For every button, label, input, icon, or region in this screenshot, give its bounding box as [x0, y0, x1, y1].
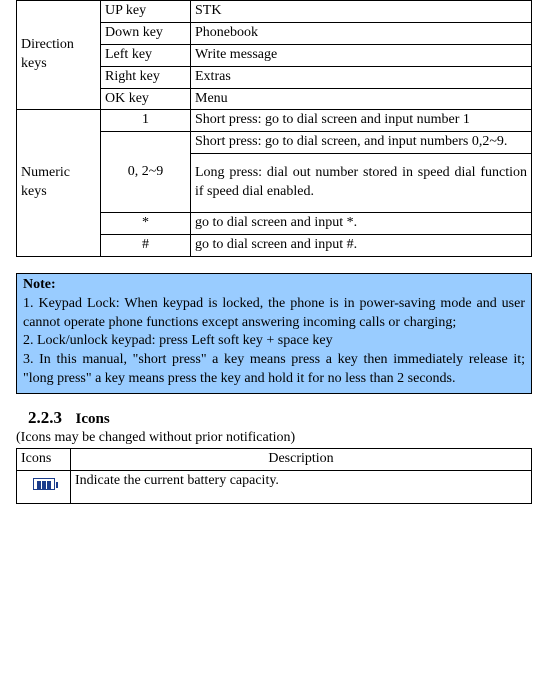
cell-fn: Extras — [191, 66, 532, 88]
cell-fn: go to dial screen and input #. — [191, 234, 532, 256]
note-box: Note: 1. Keypad Lock: When keypad is loc… — [16, 273, 532, 394]
icon-description: Indicate the current battery capacity. — [71, 471, 532, 504]
cell-fn: Short press: go to dial screen and input… — [191, 110, 532, 132]
numeric-keys-header: Numeric keys — [17, 110, 101, 256]
section-heading: 2.2.3 Icons — [28, 408, 533, 428]
cell-key: Down key — [101, 22, 191, 44]
section-title: Icons — [76, 411, 110, 427]
cell-key: 0, 2~9 — [101, 132, 191, 213]
cell-fn: go to dial screen and input *. — [191, 213, 532, 235]
battery-icon — [33, 478, 55, 490]
note-title: Note: — [23, 277, 56, 292]
note-line: 2. Lock/unlock keypad: press Left soft k… — [23, 332, 525, 351]
cell-fn: Menu — [191, 88, 532, 110]
icons-header-description: Description — [71, 449, 532, 471]
icons-table: Icons Description Indicate the current b… — [16, 448, 532, 504]
keys-table: Direction keys UP key STK Down key Phone… — [16, 0, 532, 257]
cell-key: 1 — [101, 110, 191, 132]
cell-key: OK key — [101, 88, 191, 110]
cell-fn: Short press: go to dial screen, and inpu… — [191, 132, 532, 154]
cell-fn: Write message — [191, 44, 532, 66]
icons-header-icons: Icons — [17, 449, 71, 471]
section-subtitle: (Icons may be changed without prior noti… — [16, 430, 533, 446]
direction-keys-header: Direction keys — [17, 1, 101, 110]
cell-key: Left key — [101, 44, 191, 66]
note-line: 1. Keypad Lock: When keypad is locked, t… — [23, 296, 525, 330]
note-line: 3. In this manual, "short press" a key m… — [23, 352, 525, 386]
cell-fn: Long press: dial out number stored in sp… — [191, 154, 532, 213]
battery-icon-cell — [17, 471, 71, 504]
cell-fn: Phonebook — [191, 22, 532, 44]
cell-key: * — [101, 213, 191, 235]
section-number: 2.2.3 — [28, 408, 62, 427]
cell-key: # — [101, 234, 191, 256]
cell-key: Right key — [101, 66, 191, 88]
cell-key: UP key — [101, 1, 191, 23]
cell-fn: STK — [191, 1, 532, 23]
